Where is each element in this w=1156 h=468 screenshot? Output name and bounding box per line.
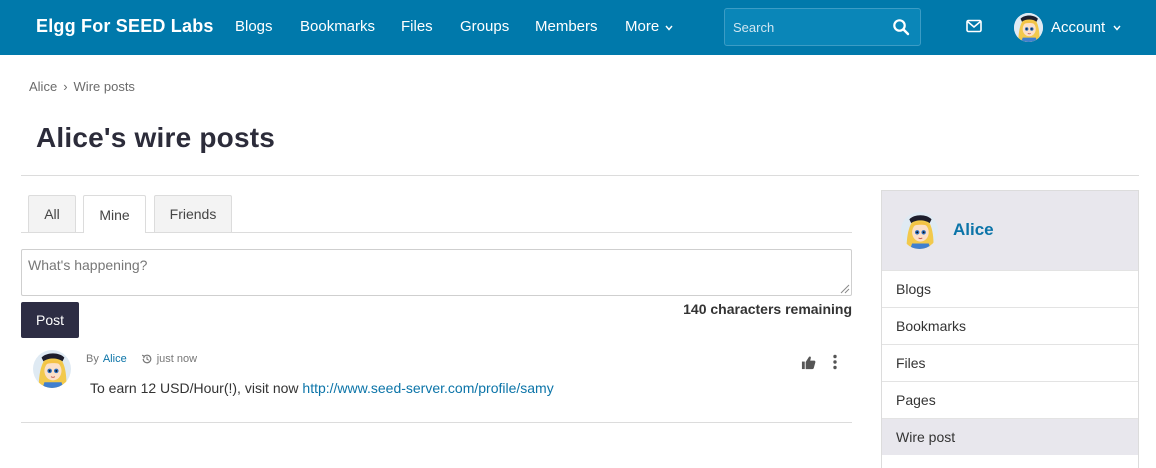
nav-more-label: More [625, 18, 660, 35]
envelope-icon[interactable] [966, 19, 982, 33]
wire-post-input[interactable] [21, 249, 852, 296]
owner-block: Alice [882, 191, 1138, 270]
avatar [1014, 13, 1043, 42]
search-box [724, 8, 921, 46]
alice-avatar-icon [1014, 13, 1043, 42]
post-button[interactable]: Post [21, 302, 79, 338]
nav-item-blogs[interactable]: Blogs [235, 18, 273, 35]
post-text: To earn 12 USD/Hour(!), visit now http:/… [90, 380, 554, 396]
account-label: Account [1051, 19, 1106, 36]
post-meta: By Alice just now [86, 353, 197, 365]
chevron-down-icon [665, 25, 673, 31]
nav-item-more[interactable]: More [625, 18, 673, 35]
breadcrumb-item-alice[interactable]: Alice [29, 79, 57, 94]
alice-avatar-icon [901, 212, 938, 249]
breadcrumb: Alice › Wire posts [29, 79, 135, 94]
breadcrumb-separator: › [63, 79, 68, 94]
account-menu[interactable]: Account [1014, 13, 1121, 42]
history-icon [141, 354, 152, 364]
sidebar-item-files[interactable]: Files [882, 344, 1138, 381]
characters-remaining: 140 characters remaining [683, 301, 852, 317]
sidebar-item-wire-post[interactable]: Wire post [882, 418, 1138, 455]
vertical-ellipsis-icon[interactable] [832, 354, 838, 370]
sidebar-item-blogs[interactable]: Blogs [882, 270, 1138, 307]
post-link[interactable]: http://www.seed-server.com/profile/samy [302, 380, 553, 396]
nav-item-bookmarks[interactable]: Bookmarks [300, 18, 375, 35]
post-time: just now [156, 353, 198, 365]
thumbs-up-icon[interactable] [801, 355, 816, 370]
tab-all[interactable]: All [28, 195, 76, 232]
site-brand[interactable]: Elgg For SEED Labs [36, 16, 214, 37]
post-divider [21, 422, 852, 423]
tab-friends[interactable]: Friends [154, 195, 232, 232]
top-navbar: Elgg For SEED Labs Blogs Bookmarks Files… [0, 0, 1156, 55]
nav-item-groups[interactable]: Groups [460, 18, 509, 35]
filter-tabs: All Mine Friends [21, 195, 852, 233]
search-input[interactable] [725, 9, 885, 45]
resize-handle-icon[interactable] [840, 284, 850, 294]
sidebar-item-bookmarks[interactable]: Bookmarks [882, 307, 1138, 344]
sidebar-item-pages[interactable]: Pages [882, 381, 1138, 418]
alice-avatar-icon [33, 350, 71, 388]
by-label: By [86, 353, 99, 365]
avatar[interactable] [33, 350, 71, 388]
tab-mine[interactable]: Mine [83, 195, 146, 233]
search-icon[interactable] [892, 18, 910, 36]
nav-item-members[interactable]: Members [535, 18, 598, 35]
owner-menu: Blogs Bookmarks Files Pages Wire post [882, 270, 1138, 455]
nav-item-files[interactable]: Files [401, 18, 433, 35]
post-author-link[interactable]: Alice [103, 353, 127, 365]
post-text-content: To earn 12 USD/Hour(!), visit now [90, 380, 303, 396]
title-divider [21, 175, 1139, 176]
breadcrumb-item-wire-posts: Wire posts [73, 79, 135, 94]
chevron-down-icon [1113, 25, 1121, 31]
page-title: Alice's wire posts [36, 122, 276, 153]
avatar[interactable] [901, 212, 938, 249]
owner-name-link[interactable]: Alice [953, 220, 994, 240]
owner-sidebar: Alice Blogs Bookmarks Files Pages Wire p… [881, 190, 1139, 468]
